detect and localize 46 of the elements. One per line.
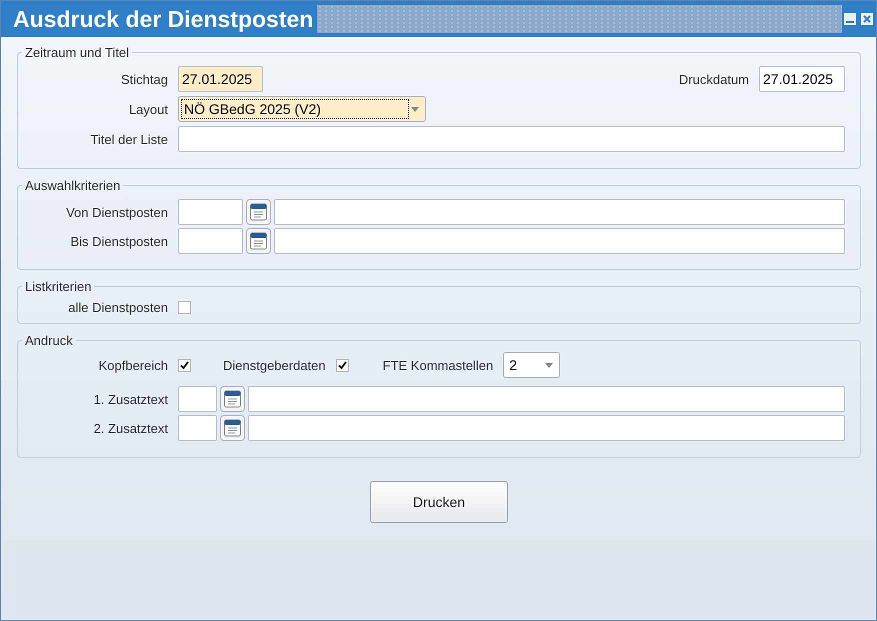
date-field[interactable]: 27.01.2025 bbox=[178, 66, 263, 92]
input-field[interactable] bbox=[274, 228, 845, 254]
minimize-icon[interactable] bbox=[844, 13, 856, 25]
dropdown-caret-icon[interactable] bbox=[411, 106, 419, 112]
checkbox[interactable] bbox=[178, 301, 191, 314]
checkbox[interactable] bbox=[336, 358, 349, 372]
checkbox-label: alle Dienstposten bbox=[67, 300, 168, 315]
field-label: 1. Zusatztext bbox=[92, 392, 168, 406]
print-button[interactable]: Drucken bbox=[370, 481, 508, 523]
date-field[interactable]: 27.01.2025 bbox=[759, 66, 845, 92]
input-field[interactable] bbox=[178, 386, 217, 412]
calendar-icon bbox=[250, 232, 267, 250]
decimals-dropdown[interactable]: 2 bbox=[503, 352, 560, 378]
calendar-icon bbox=[250, 203, 267, 221]
input-field[interactable] bbox=[178, 228, 243, 254]
field-label: Druckdatum bbox=[678, 72, 749, 86]
calendar-button[interactable] bbox=[246, 199, 271, 225]
dropdown-caret-icon[interactable] bbox=[545, 362, 554, 368]
group-title: Auswahlkriterien bbox=[24, 178, 122, 193]
calendar-icon bbox=[224, 390, 241, 408]
calendar-button[interactable] bbox=[220, 386, 245, 412]
group-title: Listkriterien bbox=[24, 279, 92, 294]
field-label: Titel der Liste bbox=[89, 132, 168, 146]
calendar-button[interactable] bbox=[246, 228, 271, 254]
input-field[interactable] bbox=[274, 199, 845, 225]
input-field[interactable] bbox=[178, 126, 845, 152]
field-label: Bis Dienstposten bbox=[69, 234, 168, 248]
field-label: FTE Kommastellen bbox=[382, 358, 494, 372]
layout-dropdown[interactable]: NÖ GBedG 2025 (V2) bbox=[178, 96, 426, 122]
calendar-icon bbox=[224, 419, 241, 437]
input-field[interactable] bbox=[178, 415, 217, 441]
checkbox[interactable] bbox=[178, 358, 191, 372]
calendar-button[interactable] bbox=[220, 415, 245, 441]
input-field[interactable] bbox=[178, 199, 243, 225]
checkbox-label: Dienstgeberdaten bbox=[223, 358, 326, 372]
checkbox-label: Kopfbereich bbox=[98, 358, 168, 372]
field-label: Von Dienstposten bbox=[65, 204, 168, 220]
close-icon[interactable] bbox=[861, 13, 873, 25]
input-field[interactable] bbox=[248, 386, 845, 412]
window-title: Ausdruck der Dienstposten bbox=[13, 6, 314, 32]
field-label: 2. Zusatztext bbox=[92, 420, 168, 436]
field-label: Layout bbox=[128, 102, 168, 116]
group-title: Andruck bbox=[24, 333, 74, 348]
input-field[interactable] bbox=[248, 415, 845, 441]
field-label: Stichtag bbox=[120, 72, 168, 86]
group-title: Zeitraum und Titel bbox=[24, 45, 130, 60]
